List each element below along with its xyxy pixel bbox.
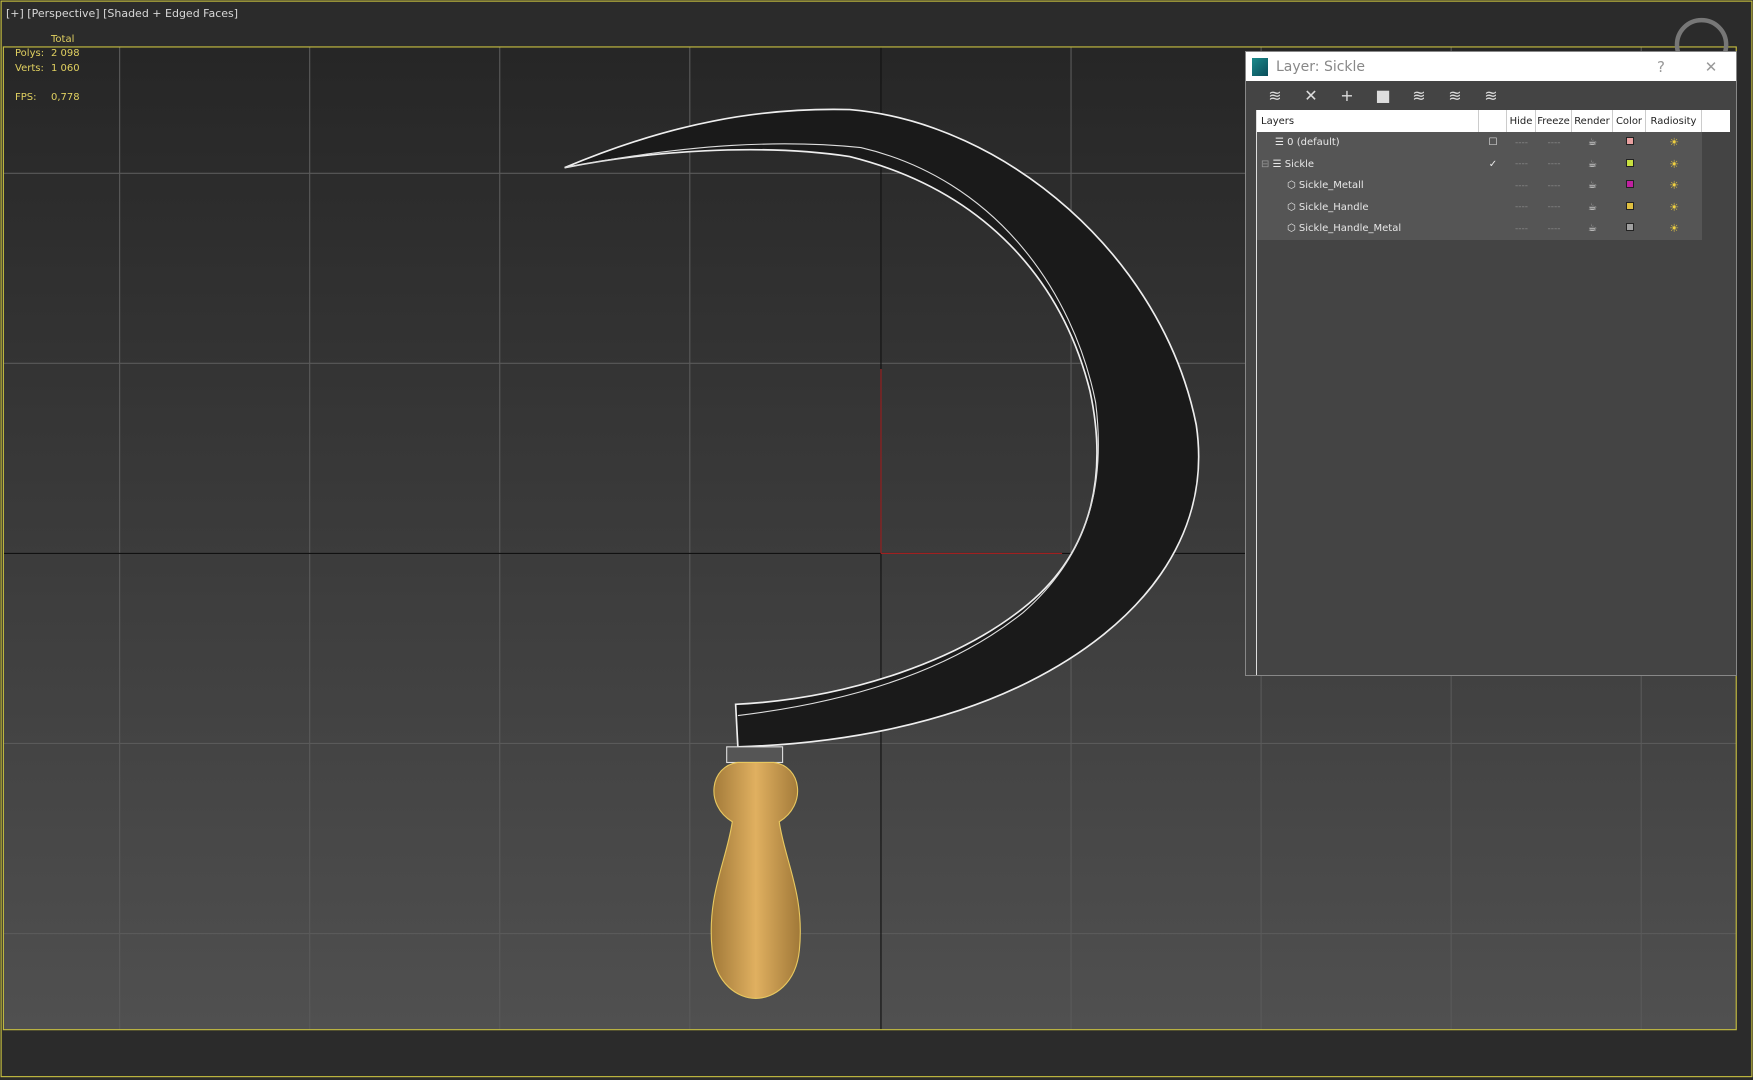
radiosity-sun-icon[interactable]: ☀	[1646, 201, 1702, 214]
layer-color-swatch[interactable]	[1625, 158, 1634, 167]
verts-value: 1 060	[51, 63, 80, 74]
render-teapot-icon[interactable]: ☕	[1572, 202, 1613, 213]
render-teapot-icon[interactable]: ☕	[1572, 159, 1613, 170]
panel-title: Layer: Sickle	[1276, 58, 1366, 75]
polys-label: Polys:	[15, 48, 45, 59]
freeze-toggle[interactable]: ----	[1536, 138, 1572, 148]
sickle-handle	[710, 746, 801, 999]
layer-icon: ☰	[1275, 137, 1284, 149]
layer-icon: ☰	[1272, 158, 1282, 170]
hide-toggle[interactable]: ----	[1507, 138, 1536, 148]
object-icon: ⬡	[1287, 223, 1296, 235]
select-layer-icon[interactable]: ≋	[1410, 86, 1428, 105]
active-toggle[interactable]: ✓	[1479, 159, 1507, 170]
table-header: Layers Hide Freeze Render Color Radiosity	[1257, 110, 1730, 132]
hide-toggle[interactable]: ----	[1507, 224, 1536, 234]
layer-name: Sickle_Handle_Metal	[1298, 223, 1402, 235]
hide-toggle[interactable]: ----	[1507, 159, 1536, 169]
delete-icon[interactable]: ✕	[1302, 86, 1320, 105]
fps-label: FPS:	[15, 92, 37, 103]
layer-name: 0 (default)	[1287, 137, 1340, 149]
viewport-label[interactable]: [+] [Perspective] [Shaded + Edged Faces]	[6, 7, 238, 20]
help-button[interactable]: ?	[1636, 58, 1686, 76]
layer-row[interactable]: ☰ 0 (default) ☐ ---- ---- ☕ ☀	[1257, 132, 1702, 154]
layer-row[interactable]: ⬡ Sickle_Handle_Metal ---- ---- ☕ ☀	[1257, 218, 1702, 240]
layer-color-swatch[interactable]	[1625, 137, 1634, 146]
layer-name: Sickle_Metall	[1298, 180, 1364, 192]
highlight-layer-icon[interactable]: ≋	[1446, 86, 1464, 105]
active-toggle[interactable]: ☐	[1479, 137, 1507, 148]
render-teapot-icon[interactable]: ☕	[1572, 223, 1613, 234]
hide-freeze-icon[interactable]: ≋	[1482, 86, 1500, 105]
render-teapot-icon[interactable]: ☕	[1572, 180, 1613, 191]
column-header[interactable]: Layers	[1257, 110, 1479, 132]
column-header[interactable]	[1479, 110, 1507, 132]
column-header[interactable]: Hide	[1507, 110, 1536, 132]
radiosity-sun-icon[interactable]: ☀	[1646, 222, 1702, 235]
object-icon: ⬡	[1287, 180, 1296, 192]
stats-header: Total	[51, 34, 75, 45]
layer-panel: Layer: Sickle ? ✕ ≋ ✕ + ■ ≋ ≋ ≋ Layers Hide Free…	[1245, 51, 1737, 676]
verts-label: Verts:	[15, 63, 44, 74]
radiosity-sun-icon[interactable]: ☀	[1646, 179, 1702, 192]
radiosity-sun-icon[interactable]: ☀	[1646, 136, 1702, 149]
layer-row[interactable]: ⊟ ☰ Sickle ✓ ---- ---- ☕ ☀	[1257, 153, 1702, 175]
app-icon	[1252, 57, 1268, 76]
new-layer-icon[interactable]: ≋	[1266, 86, 1284, 105]
layer-color-swatch[interactable]	[1625, 180, 1634, 189]
layer-row[interactable]: ⬡ Sickle_Metall ---- ---- ☕ ☀	[1257, 175, 1702, 197]
layer-name: Sickle_Handle	[1298, 201, 1369, 213]
freeze-toggle[interactable]: ----	[1536, 181, 1572, 191]
layer-color-swatch[interactable]	[1625, 201, 1634, 210]
freeze-toggle[interactable]: ----	[1536, 202, 1572, 212]
freeze-toggle[interactable]: ----	[1536, 159, 1572, 169]
select-objects-icon[interactable]: ■	[1374, 86, 1392, 105]
hide-toggle[interactable]: ----	[1507, 181, 1536, 191]
polys-value: 2 098	[51, 48, 80, 59]
render-teapot-icon[interactable]: ☕	[1572, 137, 1613, 148]
layer-row[interactable]: ⬡ Sickle_Handle ---- ---- ☕ ☀	[1257, 196, 1702, 218]
hide-toggle[interactable]: ----	[1507, 202, 1536, 212]
column-header[interactable]: Color	[1613, 110, 1646, 132]
fps-value: 0,778	[51, 92, 80, 103]
close-button[interactable]: ✕	[1686, 58, 1736, 76]
column-header[interactable]: Freeze	[1536, 110, 1572, 132]
column-header[interactable]: Render	[1572, 110, 1613, 132]
add-icon[interactable]: +	[1338, 86, 1356, 105]
layer-color-swatch[interactable]	[1625, 223, 1634, 232]
freeze-toggle[interactable]: ----	[1536, 224, 1572, 234]
object-icon: ⬡	[1287, 201, 1296, 213]
collapse-icon[interactable]: ⊟	[1261, 159, 1273, 170]
panel-titlebar[interactable]: Layer: Sickle ? ✕	[1246, 52, 1736, 81]
panel-toolbar: ≋ ✕ + ■ ≋ ≋ ≋	[1246, 81, 1736, 109]
layer-name: Sickle	[1284, 158, 1315, 170]
column-header[interactable]: Radiosity	[1646, 110, 1702, 132]
layers-table: Layers Hide Freeze Render Color Radiosity ☰ 0…	[1256, 110, 1730, 675]
radiosity-sun-icon[interactable]: ☀	[1646, 158, 1702, 171]
